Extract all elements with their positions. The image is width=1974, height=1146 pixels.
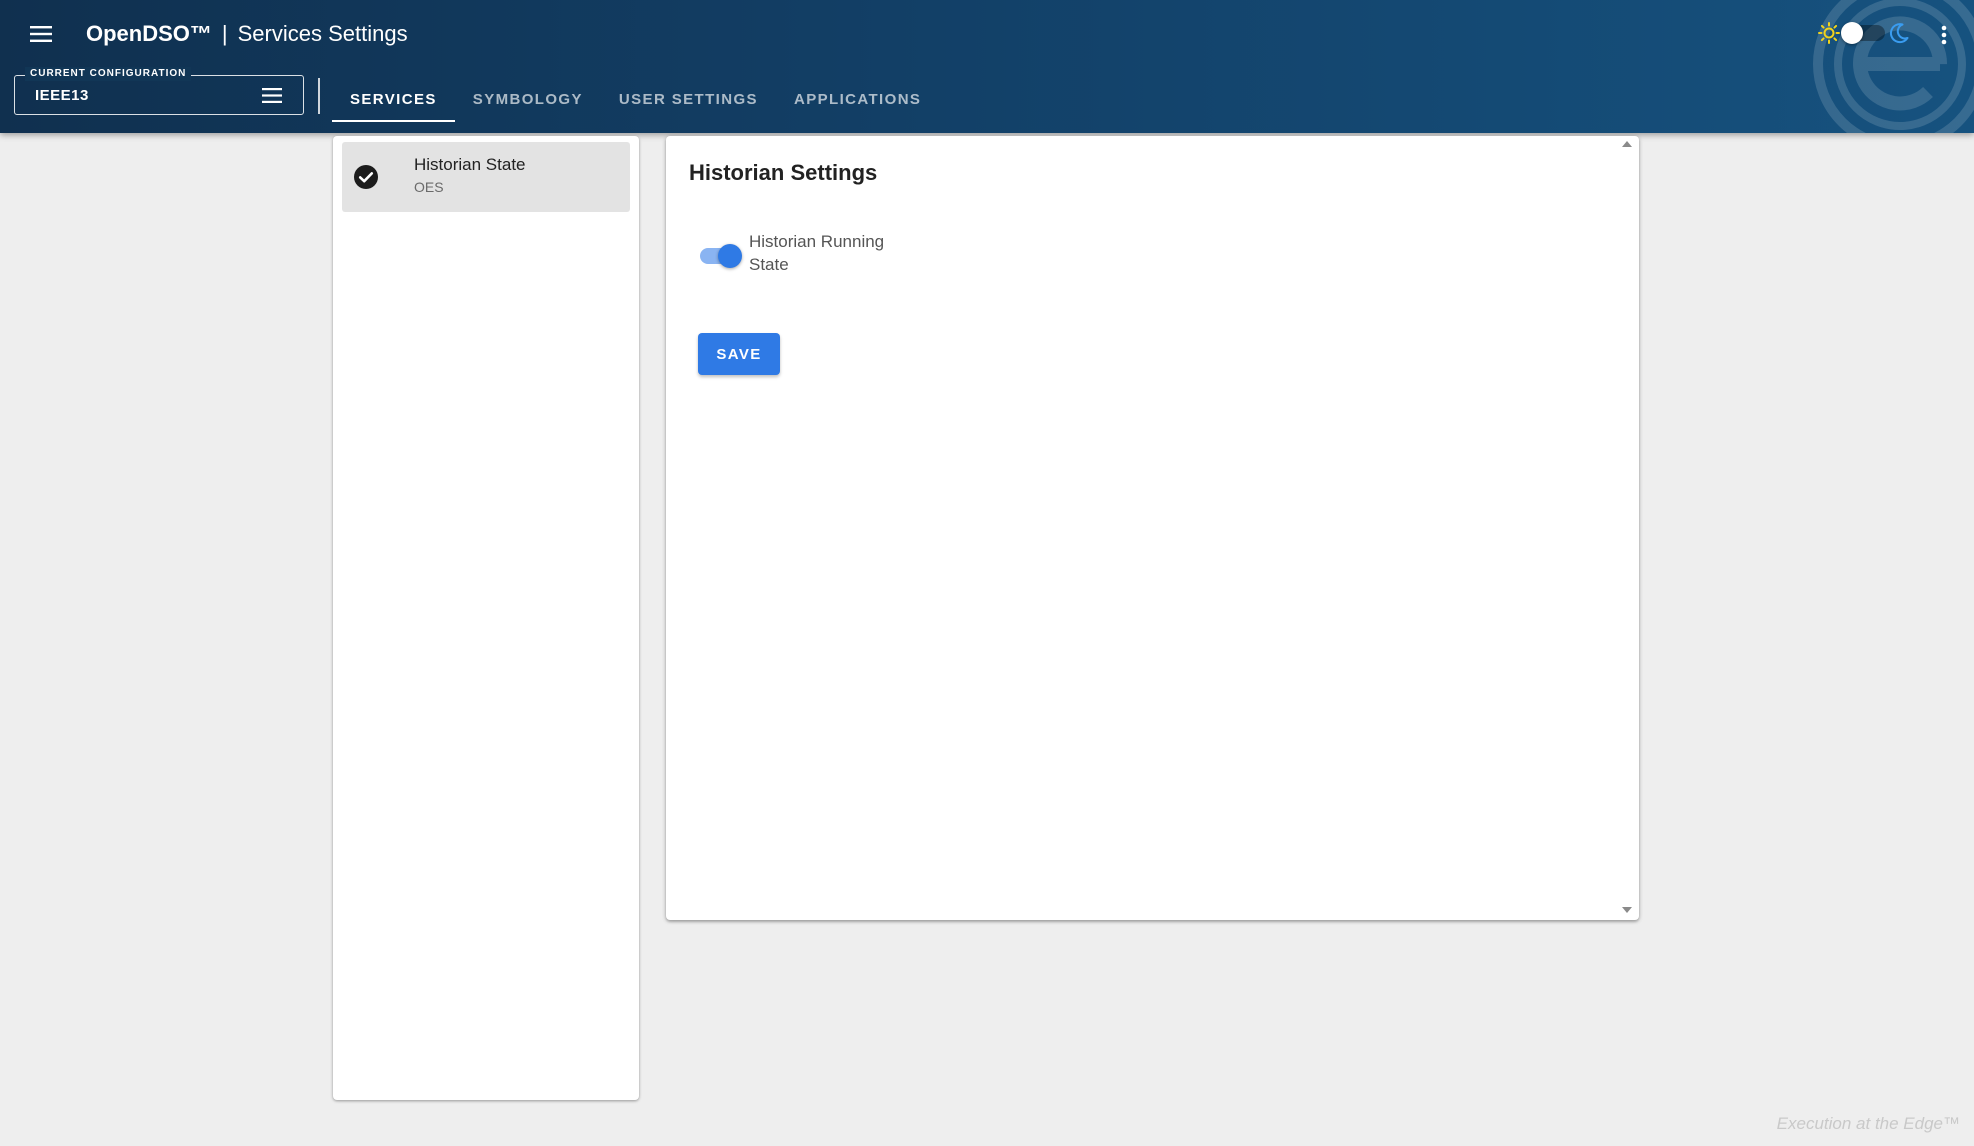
theme-toggle[interactable] [1818,18,1910,48]
title-separator: | [221,21,228,46]
moon-icon[interactable] [1888,22,1910,44]
footer-tagline: Execution at the Edge™ [1776,1114,1960,1133]
more-vert-icon [1941,25,1947,45]
tab-symbology[interactable]: SYMBOLOGY [455,76,601,122]
hamburger-icon [30,26,52,42]
service-item-historian-state[interactable]: Historian State OES [342,142,630,212]
theme-switch-thumb[interactable] [1841,22,1863,44]
tab-services[interactable]: SERVICES [332,76,455,122]
settings-tabs: SERVICES SYMBOLOGY USER SETTINGS APPLICA… [332,76,939,122]
brand-name: OpenDSO™ [86,21,212,46]
tab-applications[interactable]: APPLICATIONS [776,76,939,122]
current-configuration-select[interactable]: CURRENT CONFIGURATION IEEE13 [14,67,304,115]
page-title: Services Settings [237,21,408,46]
scroll-down-arrow-icon[interactable] [1621,906,1633,914]
service-subtitle: OES [414,179,444,195]
service-name: Historian State [414,155,526,174]
more-options-button[interactable] [1930,20,1958,50]
historian-settings-panel: Historian Settings Historian Running Sta… [666,136,1639,920]
config-value: IEEE13 [35,87,89,104]
switch-thumb [718,244,742,268]
switch-label: Historian Running State [749,232,885,274]
save-button[interactable]: SAVE [698,333,780,375]
list-menu-icon[interactable] [261,86,283,104]
nav-menu-button[interactable] [24,17,58,51]
check-circle-icon [354,165,378,189]
header-divider [318,78,320,114]
services-list-panel: Historian State OES [333,136,639,1100]
sun-icon[interactable] [1818,22,1840,44]
app-header: OpenDSO™ | Services Settings CURRENT CON… [0,0,1974,133]
settings-title: Historian Settings [689,160,878,185]
historian-running-switch[interactable] [700,240,746,270]
config-legend: CURRENT CONFIGURATION [25,67,192,81]
app-title: OpenDSO™ | Services Settings [86,20,408,48]
scroll-up-arrow-icon[interactable] [1621,140,1633,148]
tab-user-settings[interactable]: USER SETTINGS [601,76,776,122]
